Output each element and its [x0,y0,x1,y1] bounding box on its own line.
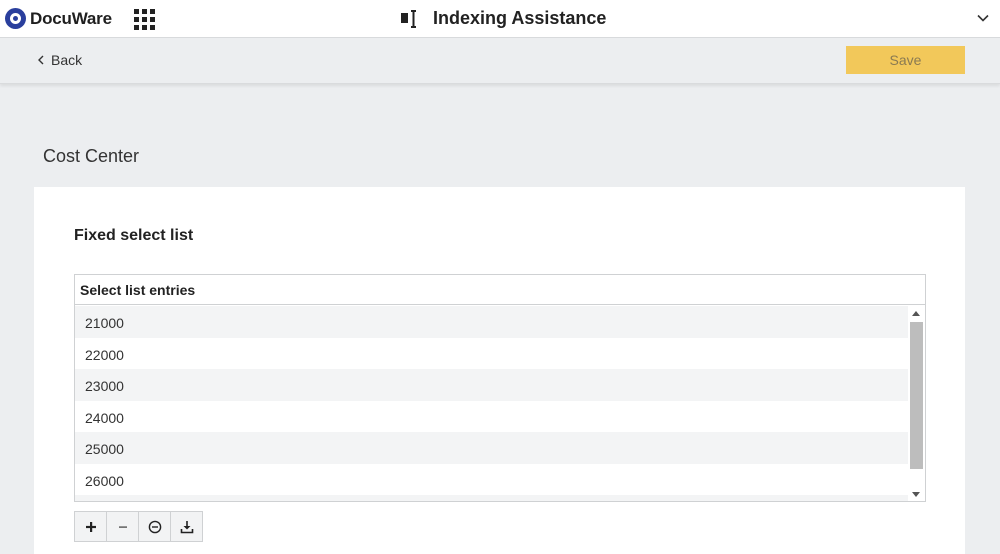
scroll-up-arrow-icon[interactable] [912,311,920,316]
page-title: Indexing Assistance [433,8,607,28]
scrollbar-thumb[interactable] [910,322,923,469]
list-item[interactable]: 23000 [75,369,908,401]
section-title: Cost Center [43,146,140,166]
back-label: Back [51,52,83,68]
list-item[interactable]: 26000 [75,463,908,495]
back-button[interactable]: Back [37,52,82,68]
minus-icon [118,525,127,528]
select-list-table: Select list entries 21000 22000 23000 24… [74,274,926,502]
list-item[interactable]: 21000 [75,306,908,338]
list-item[interactable]: 25000 [75,432,908,464]
plus-icon [85,521,96,532]
top-bar: DocuWare Indexing Assistance [0,0,1000,38]
list-toolbar [74,511,203,542]
docuware-logo[interactable]: DocuWare [5,8,112,29]
remove-entry-button[interactable] [106,511,139,542]
remove-circle-icon [148,520,161,533]
list-header: Select list entries [75,275,925,305]
download-icon [180,520,193,533]
list-item[interactable] [75,495,908,501]
clear-entries-button[interactable] [138,511,171,542]
scroll-down-arrow-icon[interactable] [912,492,920,497]
action-bar: Back Save [0,39,1000,84]
import-entries-button[interactable] [170,511,203,542]
brand-name: DocuWare [30,8,112,28]
scrollbar[interactable] [908,306,925,501]
page-header: Indexing Assistance [401,8,606,29]
text-cursor-icon [401,9,416,28]
apps-grid-icon[interactable] [134,9,155,30]
docuware-logo-icon [5,8,26,29]
list-item[interactable]: 24000 [75,400,908,432]
save-button[interactable]: Save [846,46,965,74]
list-item[interactable]: 22000 [75,337,908,369]
select-list-card: Fixed select list Select list entries 21… [34,187,965,554]
chevron-left-icon [38,55,44,65]
list-rows: 21000 22000 23000 24000 25000 26000 [75,306,908,501]
add-entry-button[interactable] [74,511,107,542]
card-title: Fixed select list [74,227,194,244]
chevron-down-icon[interactable] [976,11,990,25]
